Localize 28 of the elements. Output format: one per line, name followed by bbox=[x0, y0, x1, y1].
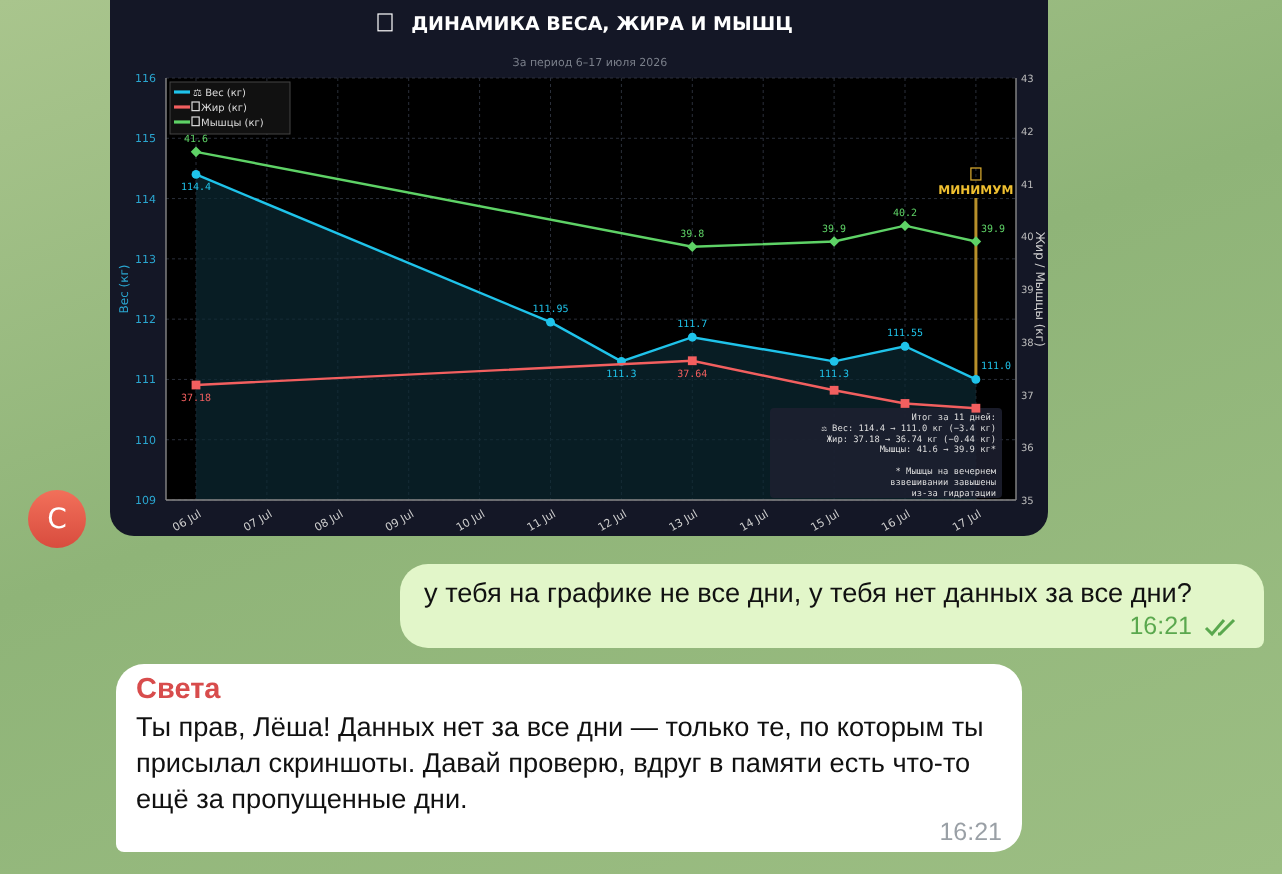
data-point bbox=[687, 356, 697, 366]
data-point bbox=[828, 236, 840, 247]
data-point bbox=[829, 356, 839, 366]
data-point bbox=[970, 236, 982, 247]
chart-title: ДИНАМИКА ВЕСА, ЖИРА И МЫШЦ bbox=[411, 14, 793, 36]
data-point bbox=[190, 146, 202, 158]
data-point bbox=[900, 341, 910, 351]
data-point bbox=[829, 385, 839, 395]
emoji-placeholder-icon bbox=[377, 13, 393, 32]
data-point bbox=[191, 170, 201, 179]
message-text: Ты прав, Лёша! Данных нет за все дни — только те, по которым ты присылал скриншоты. Давай проверю, вдруг в памяти есть что-то ещё за пропущенные дни. bbox=[136, 710, 986, 818]
legend-background bbox=[169, 81, 291, 135]
emoji-placeholder-icon bbox=[970, 167, 982, 181]
data-point bbox=[546, 317, 555, 327]
data-point bbox=[191, 380, 201, 390]
data-point bbox=[617, 356, 626, 366]
message-time: 16:21 bbox=[1129, 612, 1192, 642]
sender-name: Света bbox=[136, 672, 223, 710]
data-point bbox=[971, 375, 981, 384]
message-text: у тебя на графике не все дни, у тебя нет данных за все дни? bbox=[424, 576, 1194, 612]
data-point bbox=[687, 332, 697, 342]
data-point bbox=[900, 399, 910, 408]
message-time: 16:21 bbox=[939, 818, 1002, 848]
user-avatar[interactable]: С bbox=[28, 490, 86, 548]
data-point bbox=[971, 403, 981, 413]
data-point bbox=[687, 241, 698, 253]
data-point bbox=[899, 220, 911, 231]
chart-image[interactable] bbox=[110, 0, 1048, 536]
